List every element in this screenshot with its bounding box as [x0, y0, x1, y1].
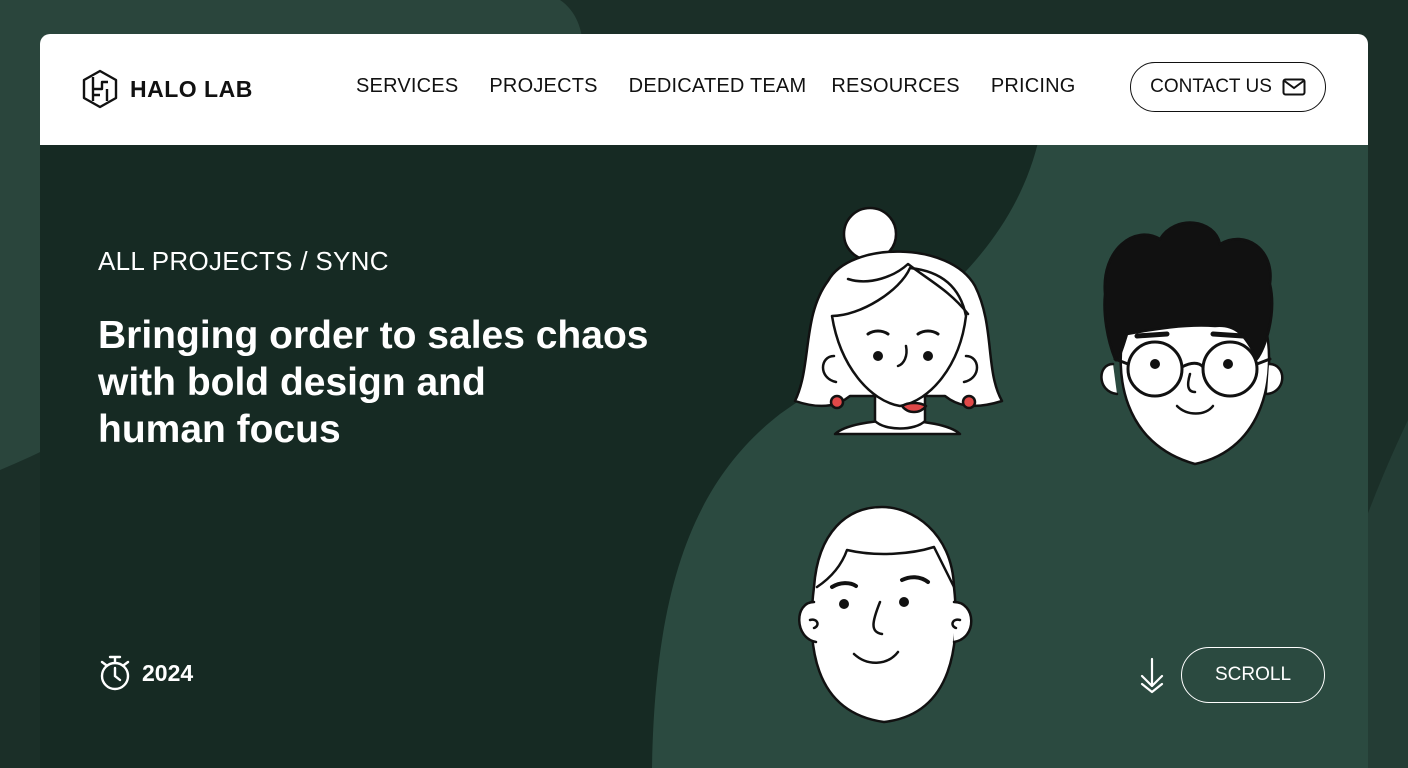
man-avatar [798, 505, 973, 724]
contact-us-label: CONTACT US [1150, 76, 1272, 97]
nav-item-projects[interactable]: PROJECTS [489, 75, 597, 98]
halo-lab-logo-icon [82, 69, 118, 109]
mail-icon [1282, 78, 1306, 96]
scroll-button[interactable]: SCROLL [1181, 647, 1325, 703]
contact-us-button[interactable]: CONTACT US [1130, 62, 1326, 112]
nav-item-dedicated-team[interactable]: DEDICATED TEAM [629, 75, 807, 98]
brand-logo[interactable]: HALO LAB [80, 68, 253, 110]
man-with-glasses-avatar [1100, 221, 1284, 466]
arrow-down-icon[interactable] [1137, 656, 1167, 694]
year-value: 2024 [142, 659, 194, 686]
breadcrumb[interactable]: ALL PROJECTS / SYNC [98, 246, 389, 277]
brand-name: HALO LAB [130, 75, 253, 102]
scroll-control: SCROLL [1137, 647, 1325, 703]
nav-item-services[interactable]: SERVICES [356, 75, 458, 98]
page-title: Bringing order to sales chaos with bold … [98, 312, 698, 453]
stopwatch-icon [100, 655, 130, 691]
woman-avatar [793, 206, 1004, 436]
title-line-2: with bold design and [98, 361, 486, 404]
hero-card: HALO LAB SERVICES PROJECTS DEDICATED TEA… [40, 34, 1368, 768]
project-year: 2024 [98, 654, 193, 692]
nav-item-pricing[interactable]: PRICING [991, 75, 1076, 98]
top-navigation-bar: HALO LAB SERVICES PROJECTS DEDICATED TEA… [40, 34, 1368, 145]
nav-item-resources[interactable]: RESOURCES [831, 75, 960, 98]
main-nav: SERVICES PROJECTS DEDICATED TEAM RESOURC… [356, 75, 1107, 98]
title-line-3: human focus [98, 408, 341, 451]
title-line-1: Bringing order to sales chaos [98, 314, 649, 357]
